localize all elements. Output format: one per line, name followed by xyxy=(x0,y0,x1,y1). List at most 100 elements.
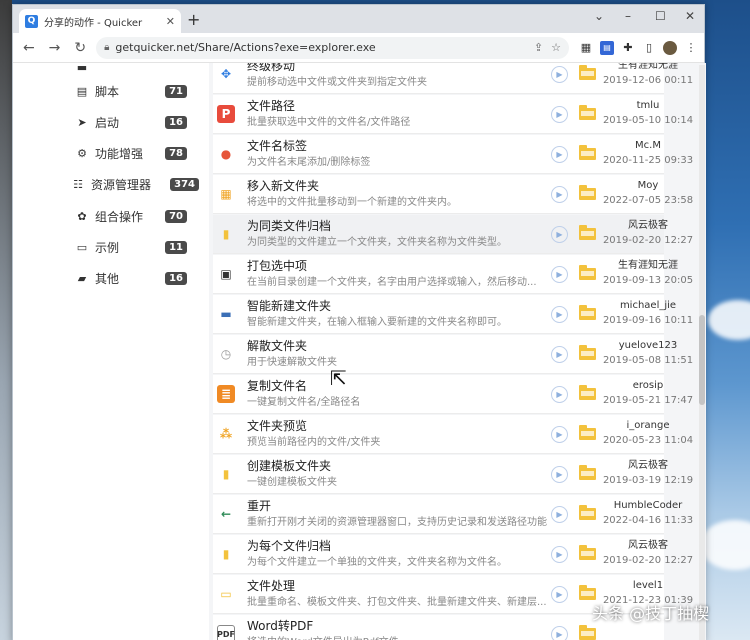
new-tab-button[interactable]: + xyxy=(187,10,200,29)
run-action-icon[interactable]: ▶ xyxy=(551,386,568,403)
run-action-icon[interactable]: ▶ xyxy=(551,506,568,523)
action-row[interactable]: ◷ 解散文件夹 用于快速解散文件夹 ▶ yuelove123 2019-05-0… xyxy=(213,335,693,374)
action-title[interactable]: 智能新建文件夹 xyxy=(247,298,547,315)
action-title[interactable]: 为每个文件归档 xyxy=(247,538,547,555)
sidebar-item-partial[interactable]: ▬ xyxy=(75,63,187,79)
action-description: 将选中的Word文件导出为Pdf文件 xyxy=(247,635,547,640)
action-date: 2020-05-23 11:04 xyxy=(602,435,694,446)
side-panel-icon[interactable]: ▯ xyxy=(642,41,656,55)
extension-grid-icon[interactable]: ▦ xyxy=(579,41,593,55)
action-author[interactable]: Moy xyxy=(599,178,697,194)
action-date: 2019-05-21 17:47 xyxy=(602,395,694,406)
address-bar[interactable]: 🔒︎ getquicker.net/Share/Actions?exe=expl… xyxy=(96,36,569,59)
sidebar-item-combo[interactable]: ✿ 组合操作 70 xyxy=(75,204,187,228)
tab-close-icon[interactable]: ✕ xyxy=(166,15,175,28)
action-icon: ▭ xyxy=(220,587,232,601)
action-author[interactable]: 风云极客 xyxy=(599,218,697,234)
action-row[interactable]: ⁂ 文件夹预览 预览当前路径内的文件/文件夹 ▶ i_orange 2020-0… xyxy=(213,415,693,454)
action-title[interactable]: 为同类文件归档 xyxy=(247,218,547,235)
action-icon: ⁂ xyxy=(219,427,233,441)
minimize-button[interactable]: – xyxy=(625,9,631,23)
action-title[interactable]: 解散文件夹 xyxy=(247,338,547,355)
enhance-icon: ⚙ xyxy=(77,146,87,160)
action-author[interactable]: HumbleCoder xyxy=(599,498,697,514)
extensions-puzzle-icon[interactable]: ✚ xyxy=(621,41,635,55)
run-action-icon[interactable]: ▶ xyxy=(551,106,568,123)
action-description: 预览当前路径内的文件/文件夹 xyxy=(247,437,381,448)
action-author[interactable]: 风云极客 xyxy=(599,538,697,554)
action-title[interactable]: 打包选中项 xyxy=(247,258,547,275)
action-row[interactable]: ▮ 为同类文件归档 为同类型的文件建立一个文件夹，文件夹名称为文件类型。 ▶ 风… xyxy=(213,215,693,254)
action-row[interactable]: ▣ 打包选中项 在当前目录创建一个文件夹，名字由用户选择或输入，然后移动... … xyxy=(213,255,693,294)
action-row[interactable]: ▮ 创建模板文件夹 一键创建模板文件夹 ▶ 风云极客 2019-03-19 12… xyxy=(213,455,693,494)
run-action-icon[interactable]: ▶ xyxy=(551,146,568,163)
action-row[interactable]: ▦ 移入新文件夹 将选中的文件批量移动到一个新建的文件夹内。 ▶ Moy 202… xyxy=(213,175,693,214)
action-row[interactable]: ✥ 终级移动 提前移动选中文件或文件夹到指定文件夹 ▶ 生有涯知无涯 2019-… xyxy=(213,63,693,94)
action-author[interactable]: 生有涯知无涯 xyxy=(599,258,697,274)
action-author[interactable]: Mc.M xyxy=(599,138,697,154)
action-title[interactable]: 文件路径 xyxy=(247,98,547,115)
action-description: 为文件名末尾添加/删除标签 xyxy=(247,157,371,168)
browser-menu-icon[interactable]: ⋮ xyxy=(684,41,698,55)
tab-search-button[interactable]: ⌄ xyxy=(594,9,604,23)
action-author[interactable]: erosip xyxy=(599,378,697,394)
share-icon[interactable]: ⇪ xyxy=(534,41,543,54)
action-title[interactable]: 创建模板文件夹 xyxy=(247,458,547,475)
action-author[interactable]: 风云极客 xyxy=(599,458,697,474)
sidebar-item-other[interactable]: ▰ 其他 16 xyxy=(75,266,187,290)
run-action-icon[interactable]: ▶ xyxy=(551,346,568,363)
run-action-icon[interactable]: ▶ xyxy=(551,226,568,243)
count-badge: 70 xyxy=(165,209,187,223)
close-window-button[interactable]: ✕ xyxy=(685,9,695,23)
profile-avatar[interactable] xyxy=(662,40,677,55)
maximize-button[interactable]: ☐ xyxy=(655,9,666,23)
run-action-icon[interactable]: ▶ xyxy=(551,466,568,483)
action-row[interactable]: ● 文件名标签 为文件名末尾添加/删除标签 ▶ Mc.M 2020-11-25 … xyxy=(213,135,693,174)
action-author[interactable]: 生有涯知无涯 xyxy=(599,63,697,74)
run-action-icon[interactable]: ▶ xyxy=(551,426,568,443)
run-action-icon[interactable]: ▶ xyxy=(551,306,568,323)
action-author[interactable]: level1 xyxy=(599,578,697,594)
sidebar-item-enhance[interactable]: ⚙ 功能增强 78 xyxy=(75,141,187,165)
sidebar-item-script[interactable]: ▤ 脚本 71 xyxy=(75,79,187,103)
page-scrollbar[interactable] xyxy=(699,65,705,640)
action-description: 在当前目录创建一个文件夹，名字由用户选择或输入，然后移动... xyxy=(247,277,537,288)
run-action-icon[interactable]: ▶ xyxy=(551,626,568,640)
watermark: 头条 @技丁抽楔 xyxy=(592,604,710,623)
reload-button[interactable]: ↻ xyxy=(70,38,90,58)
action-title[interactable]: 文件名标签 xyxy=(247,138,547,155)
run-action-icon[interactable]: ▶ xyxy=(551,186,568,203)
action-author[interactable]: michael_jie xyxy=(599,298,697,314)
action-row[interactable]: ← 重开 重新打开刚才关闭的资源管理器窗口，支持历史记录和发送路径功能 ▶ Hu… xyxy=(213,495,693,534)
back-button[interactable]: ← xyxy=(19,38,39,58)
run-action-icon[interactable]: ▶ xyxy=(551,266,568,283)
action-title[interactable]: 文件夹预览 xyxy=(247,418,547,435)
action-row[interactable]: ▮ 为每个文件归档 为每个文件建立一个单独的文件夹，文件夹名称为文件名。 ▶ 风… xyxy=(213,535,693,574)
sidebar-item-explorer[interactable]: ☷ 资源管理器 374 xyxy=(71,172,199,196)
action-author[interactable]: tmlu xyxy=(599,98,697,114)
run-action-icon[interactable]: ▶ xyxy=(551,66,568,83)
run-action-icon[interactable]: ▶ xyxy=(551,546,568,563)
action-title[interactable]: Word转PDF xyxy=(247,618,547,635)
tab-active[interactable]: Q 分享的动作 - Quicker ✕ xyxy=(19,9,181,33)
action-title[interactable]: 移入新文件夹 xyxy=(247,178,547,195)
action-author[interactable]: i_orange xyxy=(599,418,697,434)
action-title[interactable]: 文件处理 xyxy=(247,578,547,595)
folder-icon xyxy=(579,625,596,640)
run-action-icon[interactable]: ▶ xyxy=(551,586,568,603)
sidebar-item-launch[interactable]: ➤ 启动 16 xyxy=(75,110,187,134)
extension-blue-icon[interactable]: ▤ xyxy=(599,40,614,55)
bookmark-star-icon[interactable]: ☆ xyxy=(551,41,561,54)
action-row[interactable]: P 文件路径 批量获取选中文件的文件名/文件路径 ▶ tmlu 2019-05-… xyxy=(213,95,693,134)
action-title[interactable]: 终级移动 xyxy=(247,63,547,75)
action-row[interactable]: ▬ 智能新建文件夹 智能新建文件夹，在输入框输入要新建的文件夹名称即可。 ▶ m… xyxy=(213,295,693,334)
folder-icon xyxy=(579,185,596,200)
forward-button[interactable]: → xyxy=(45,38,65,58)
action-row[interactable]: ≣ 复制文件名 一键复制文件名/全路径名 ▶ erosip 2019-05-21… xyxy=(213,375,693,414)
sidebar-item-example[interactable]: ▭ 示例 11 xyxy=(75,235,187,259)
browser-toolbar: ← → ↻ 🔒︎ getquicker.net/Share/Actions?ex… xyxy=(13,33,704,63)
action-title[interactable]: 重开 xyxy=(247,498,547,515)
scrollbar-thumb[interactable] xyxy=(699,315,705,405)
action-author[interactable]: yuelove123 xyxy=(599,338,697,354)
action-title[interactable]: 复制文件名 xyxy=(247,378,547,395)
